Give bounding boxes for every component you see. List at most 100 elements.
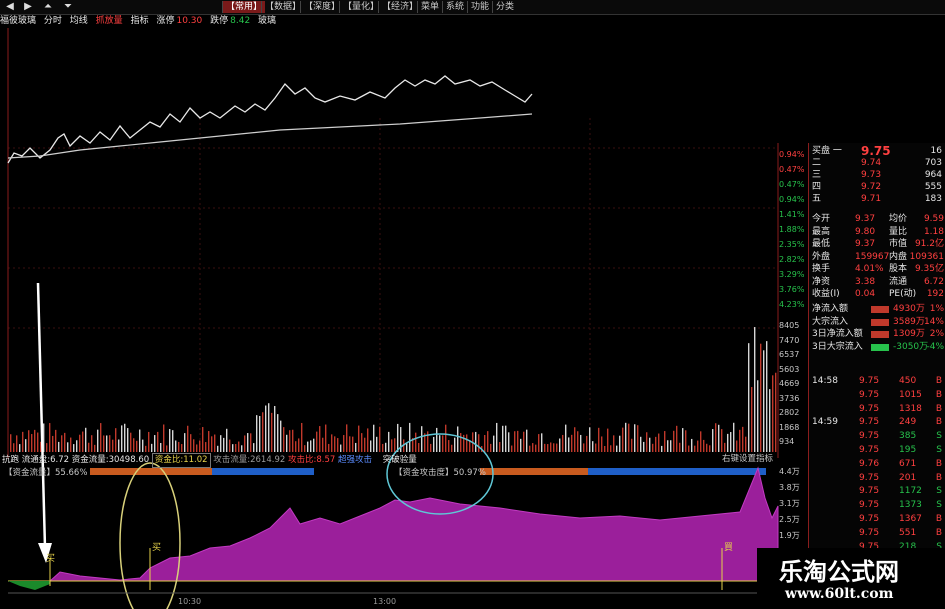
volume-bar [550,442,552,452]
volume-bar [649,437,651,452]
volume-bar [229,439,231,452]
bid-label: 四 [812,182,822,192]
volume-bar [526,429,528,452]
volume-bar [406,442,408,452]
volume-bar [574,427,576,452]
tick-volume: 551 [899,527,917,538]
forward-icon[interactable]: ▶ [20,1,36,12]
tick-side: S [936,431,942,442]
volume-bar [88,442,90,452]
volume-bar [553,443,555,452]
volume-bar [271,412,273,452]
mode-label[interactable]: 分时 [44,16,62,26]
volume-bar [214,434,216,452]
bid-row[interactable]: 买盘 一 9.75 16 [809,145,945,157]
pct-axis-label: 1.88% [779,225,805,234]
volume-bar [388,431,390,452]
flow-row: 大宗流入 3589万 14% [809,316,945,328]
back-icon[interactable]: ◀ [2,1,18,12]
buy-marker-1: 买 [152,543,162,553]
volume-bar [505,425,507,452]
bid-price: 9.74 [861,158,882,168]
volume-bar [361,433,363,452]
volume-bar [142,439,144,452]
flow-value: 4930万 [893,304,925,314]
volume-bar [181,444,183,452]
quote-value: 192 [926,289,944,299]
bid-volume: 183 [924,194,942,204]
volume-bar [718,424,720,452]
fund-flow-label: 【资金流量】55.66% [4,468,88,478]
volume-bar [367,428,369,452]
flow-pct: 1% [929,304,944,314]
volume-bar [244,435,246,452]
pct-axis-label: 3.76% [779,285,805,294]
tick-row: 9.75 1172 S [809,485,945,497]
volume-bar [397,423,399,452]
avg-label[interactable]: 均线 [70,16,88,26]
indicator-axis-label: 1.9万 [779,531,800,540]
breakout-volume[interactable]: 突破验量 [383,455,417,465]
volume-bar [130,432,132,452]
volume-bar [16,435,18,452]
quote-panel: 买盘 一 9.75 16 二 9.74 703 三 9.73 964 四 9.72 555 五 9.71 1… [808,143,945,609]
volume-bar [730,432,732,452]
tab-7[interactable]: 功能 [467,1,492,13]
bid-price: 9.73 [861,170,882,180]
watermark-url: www.60lt.com [785,586,894,602]
tick-row: 9.75 1015 B [809,389,945,401]
volume-bar [13,443,15,452]
indicator-settings-link[interactable]: 右键设置指标 [722,453,773,466]
tick-row: 9.76 671 B [809,458,945,470]
chevron-up-icon[interactable]: ⏶ [40,1,56,12]
tick-volume: 1015 [899,389,922,400]
volume-bar [433,436,435,452]
volume-axis-label: 3736 [779,393,800,403]
bid-row[interactable]: 四 9.72 555 [809,181,945,193]
volume-bar [610,445,612,452]
tab-2[interactable]: 【深度】 [300,1,343,13]
buy-volume-label[interactable]: 抓放量 [96,16,123,26]
volume-bar [736,440,738,452]
quote-value: 9.37 [855,239,876,249]
tab-6[interactable]: 系统 [442,1,467,13]
volume-bar [322,437,324,452]
volume-bar [571,434,573,452]
tab-4[interactable]: 【经济】 [378,1,421,13]
volume-bar [700,431,702,452]
tab-5[interactable]: 菜单 [417,1,442,13]
volume-bar [556,443,558,452]
volume-bar [619,435,621,452]
volume-bar [562,434,564,452]
indicator-name[interactable]: 抗跑 [2,455,19,465]
tab-3[interactable]: 【量化】 [339,1,382,13]
volume-bar [172,430,174,452]
volume-bar [469,440,471,452]
pct-axis-label: 0.47% [779,165,805,174]
quote-key: 收益(Ⅰ) [812,289,840,299]
volume-bars [10,327,777,452]
tab-1[interactable]: 【数据】 [261,1,304,13]
quote-key: 今开 [812,214,831,224]
volume-bar [760,343,762,452]
volume-bar [19,444,21,452]
bid-row[interactable]: 五 9.71 183 [809,193,945,205]
tab-0[interactable]: 【常用】 [222,1,266,13]
volume-bar [241,445,243,452]
bid-row[interactable]: 二 9.74 703 [809,157,945,169]
volume-bar [601,436,603,452]
tab-8[interactable]: 分类 [492,1,517,13]
tick-row: 9.75 195 S [809,444,945,456]
quote-value: 9.37 [855,214,876,224]
volume-bar [607,428,609,452]
fund-flow-value: 资金流量:30498.60 [71,455,150,465]
volume-bar [52,435,54,452]
volume-bar [496,422,498,452]
chevron-down-icon[interactable]: ⏷ [60,1,76,12]
indicator-label[interactable]: 指标 [131,16,149,26]
volume-bar [493,435,495,452]
volume-bar [157,431,159,452]
volume-bar [616,445,618,452]
volume-bar [169,429,171,452]
bid-row[interactable]: 三 9.73 964 [809,169,945,181]
